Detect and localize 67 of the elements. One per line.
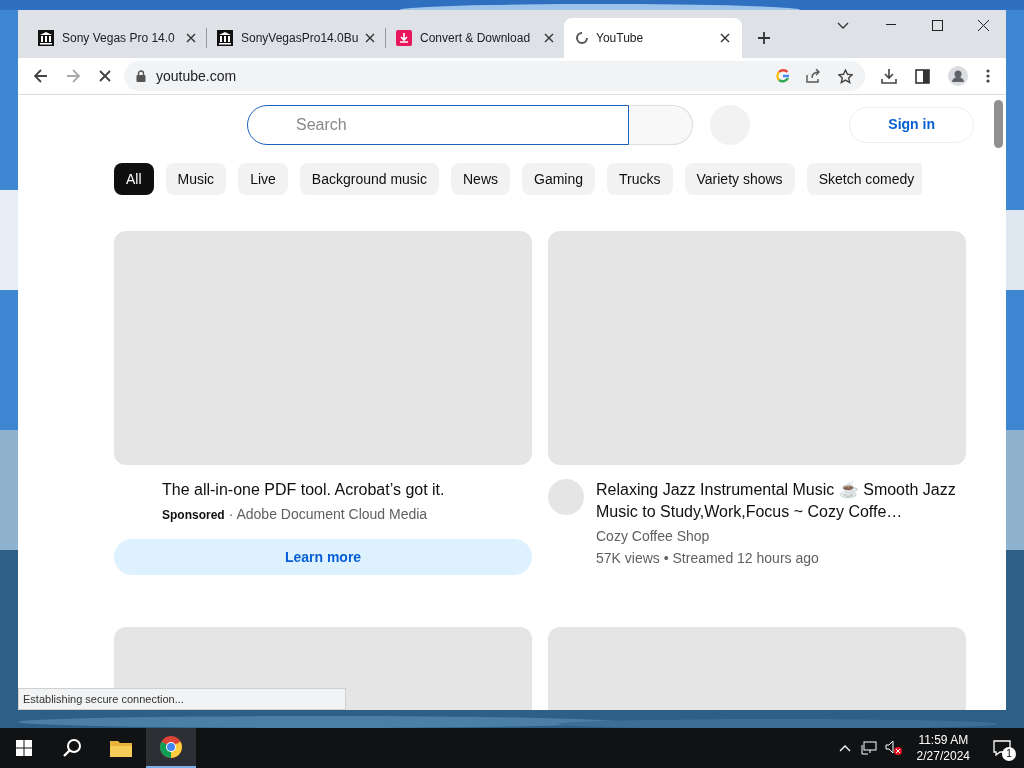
plus-icon [757,31,771,45]
url-text: youtube.com [156,66,238,86]
tab-title: Sony Vegas Pro 14.0 [62,30,176,47]
channel-name[interactable]: Cozy Coffee Shop [596,526,956,547]
tab[interactable]: Sony Vegas Pro 14.0 [28,21,206,55]
chevron-down-icon [837,21,849,29]
tab-title: SonyVegasPro14.0Bu [241,30,360,47]
filter-chip[interactable]: Sketch comedy [806,163,922,195]
filter-chip[interactable]: Background music [299,163,439,195]
bank-icon [217,30,233,46]
tab[interactable]: SonyVegasPro14.0Bu [207,21,385,55]
menu-icon[interactable] [986,69,990,83]
chevron-up-icon[interactable] [838,744,851,752]
lock-icon [136,70,146,82]
search-field[interactable]: Search [247,104,629,145]
filter-chip[interactable]: Variety shows [684,163,795,195]
sponsored-label: Sponsored [162,506,225,524]
muted-speaker-icon[interactable] [884,740,903,756]
maximize-icon [931,19,943,31]
clock-date: 2/27/2024 [916,748,970,764]
chrome-taskbar-button[interactable] [146,728,196,768]
download-icon [396,30,412,46]
loading-spinner-icon [576,32,588,44]
tab-title: YouTube [596,30,645,47]
notifications-button[interactable]: 1 [980,728,1024,768]
filter-chip[interactable]: Trucks [607,163,673,195]
share-icon[interactable] [806,69,822,83]
windows-icon [16,740,32,756]
google-icon[interactable] [776,69,790,83]
clock-time: 11:59 AM [918,732,969,748]
search-icon [62,738,82,758]
close-icon [977,19,989,31]
notification-icon [993,740,1011,756]
video-title[interactable]: Relaxing Jazz Instrumental Music ☕ Smooth Jazz Music to Study,Work,Focus ~ Cozy Coffe… [596,479,956,523]
tab[interactable]: YouTube [564,18,742,58]
bank-icon [38,30,54,46]
download-icon[interactable] [881,68,897,84]
network-icon[interactable] [860,741,877,755]
close-icon [99,70,111,82]
side-panel-icon[interactable] [915,68,930,84]
advertiser-name: · Adobe Document Cloud Media [228,505,428,524]
thumbnail-placeholder[interactable] [548,231,966,465]
filter-chip[interactable]: Music [165,163,227,195]
filter-chip[interactable]: Gaming [522,163,596,195]
forward-icon [66,69,80,83]
status-tooltip: Establishing secure connection... [18,688,346,710]
back-icon [34,69,48,83]
address-bar[interactable]: youtube.com [124,61,865,91]
learn-more-button[interactable]: Learn more [114,539,532,575]
folder-icon [110,739,132,757]
filter-chip[interactable]: News [451,163,510,195]
close-icon[interactable] [544,33,554,43]
tab-title: Convert & Download [420,30,532,47]
close-icon[interactable] [186,33,196,43]
chrome-icon [159,735,183,759]
close-icon[interactable] [365,33,375,43]
close-icon[interactable] [720,33,730,43]
ad-title[interactable]: The all-in-one PDF tool. Acrobat’s got it. [162,479,532,501]
filter-chip[interactable]: All [114,163,154,195]
filter-chip[interactable]: Live [238,163,288,195]
tab[interactable]: Convert & Download [386,21,564,55]
video-meta: 57K views • Streamed 12 hours ago [596,549,820,568]
profile-icon[interactable] [948,66,968,86]
minimize-icon [886,24,896,26]
thumbnail-placeholder[interactable] [114,231,532,465]
scrollbar-thumb[interactable] [994,100,1003,148]
star-icon[interactable] [838,68,853,84]
